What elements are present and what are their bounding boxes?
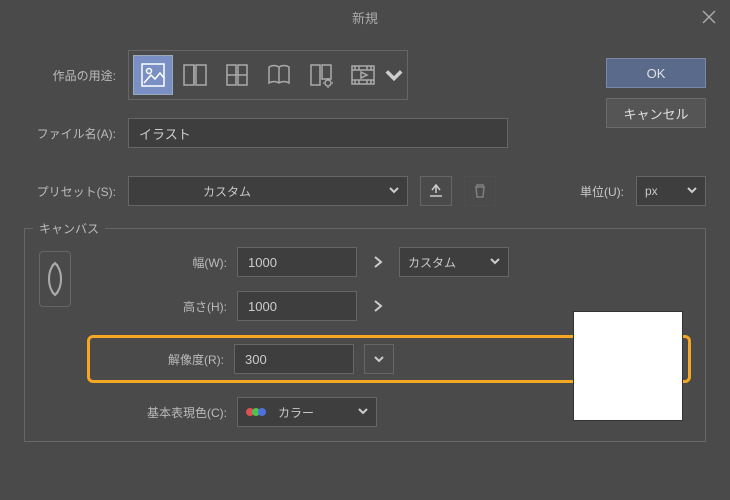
chevron-down-icon (374, 354, 384, 364)
chevron-right-icon (373, 299, 383, 313)
width-label: 幅(W): (87, 254, 227, 271)
close-button[interactable] (698, 6, 720, 28)
chevron-down-icon (358, 405, 368, 419)
resolution-label: 解像度(R): (96, 351, 224, 368)
purpose-comic[interactable] (175, 55, 215, 95)
height-input[interactable] (237, 291, 357, 321)
unit-label: 単位(U): (580, 183, 624, 200)
width-stepper[interactable] (367, 255, 389, 269)
width-input[interactable] (237, 247, 357, 277)
settings-panel-icon (307, 61, 335, 89)
ok-button[interactable]: OK (606, 58, 706, 88)
chevron-down-icon (490, 255, 500, 269)
delete-preset-button (464, 176, 496, 206)
basecolor-label: 基本表現色(C): (87, 404, 227, 421)
chevron-right-icon (373, 255, 383, 269)
canvas-legend: キャンバス (33, 220, 105, 237)
height-stepper[interactable] (367, 299, 389, 313)
rotate-icon (46, 259, 64, 299)
titlebar: 新規 (0, 0, 730, 34)
chevron-down-icon (687, 184, 697, 198)
save-preset-button[interactable] (420, 176, 452, 206)
purpose-book[interactable] (259, 55, 299, 95)
height-label: 高さ(H): (87, 298, 227, 315)
chevron-down-icon (389, 184, 399, 198)
unit-select[interactable]: px (636, 176, 706, 206)
purpose-illustration[interactable] (133, 55, 173, 95)
filename-label: ファイル名(A): (24, 125, 116, 142)
colormode-select[interactable]: カラー (237, 397, 377, 427)
canvas-preview (573, 311, 683, 421)
dialog-title: 新規 (352, 8, 378, 27)
animation-icon (349, 61, 377, 89)
colormode-value: カラー (278, 404, 314, 421)
purpose-toolbar (128, 50, 408, 100)
rgb-icon (246, 408, 266, 416)
multipage-icon (223, 61, 251, 89)
purpose-settings[interactable] (301, 55, 341, 95)
size-preset-select[interactable]: カスタム (399, 247, 509, 277)
preset-select[interactable]: カスタム (128, 176, 408, 206)
cancel-button[interactable]: キャンセル (606, 98, 706, 128)
close-icon (702, 10, 716, 24)
purpose-animation[interactable] (343, 55, 383, 95)
illustration-icon (139, 61, 167, 89)
filename-input[interactable] (128, 118, 508, 148)
book-icon (265, 61, 293, 89)
orientation-toggle[interactable] (39, 251, 71, 307)
trash-icon (471, 182, 489, 200)
canvas-fieldset: キャンバス 幅(W): カスタム 高さ(H): (24, 228, 706, 442)
purpose-multipage[interactable] (217, 55, 257, 95)
chevron-down-icon (385, 66, 403, 84)
comic-icon (181, 61, 209, 89)
unit-value: px (645, 184, 658, 198)
preset-value: カスタム (203, 183, 251, 200)
resolution-input[interactable] (234, 344, 354, 374)
purpose-more[interactable] (385, 66, 403, 84)
preset-label: プリセット(S): (24, 183, 116, 200)
size-preset-value: カスタム (408, 254, 456, 271)
purpose-label: 作品の用途: (24, 67, 116, 84)
save-icon (427, 182, 445, 200)
resolution-dropdown[interactable] (364, 344, 394, 374)
